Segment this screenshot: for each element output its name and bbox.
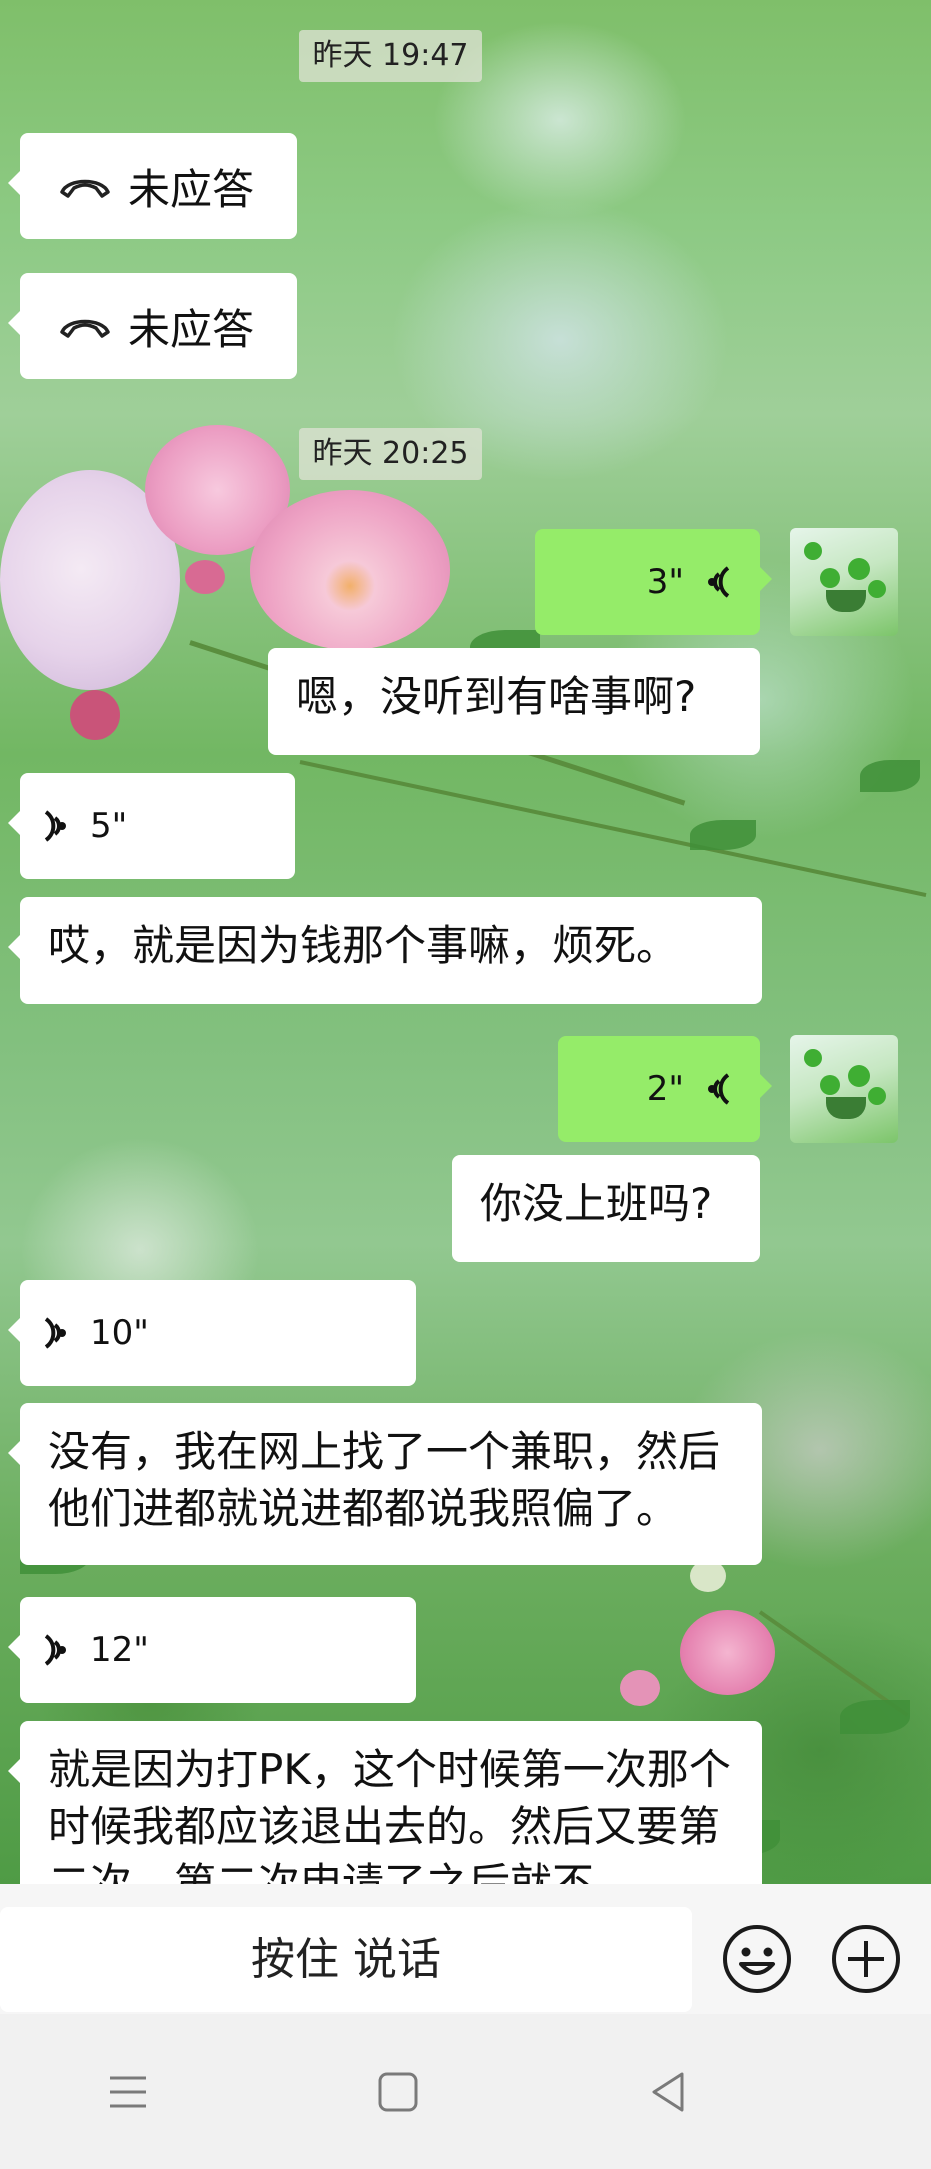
input-bar: 按住 说话 [0, 1884, 931, 2014]
voice-wave-icon [44, 810, 66, 842]
voice-duration: 12" [90, 1630, 149, 1670]
phone-hangup-icon [60, 319, 110, 338]
message-bubble[interactable]: 哎，就是因为钱那个事嘛，烦死。 [8, 897, 762, 1004]
voice-wave-icon [708, 566, 730, 598]
message-text: 嗯，没听到有啥事啊? [296, 672, 697, 721]
voice-duration: 10" [90, 1313, 149, 1353]
menu-icon[interactable] [98, 2062, 158, 2122]
incoming-voice-bubble[interactable]: 10" [8, 1280, 416, 1386]
message-bubble[interactable]: 你没上班吗? [452, 1155, 760, 1262]
plus-circle-icon[interactable] [831, 1924, 901, 1994]
message-text: 你没上班吗? [480, 1179, 713, 1228]
voice-duration: 2" [646, 1069, 684, 1109]
my-avatar[interactable] [790, 528, 898, 636]
voice-wave-icon [44, 1317, 66, 1349]
hold-to-talk-button[interactable]: 按住 说话 [0, 1907, 692, 2012]
missed-call-bubble[interactable]: 未应答 [8, 273, 297, 379]
missed-call-bubble[interactable]: 未应答 [8, 133, 297, 239]
missed-call-label: 未应答 [128, 304, 255, 354]
voice-wave-icon [708, 1073, 730, 1105]
outgoing-voice-bubble[interactable]: 2" [558, 1036, 772, 1142]
emoji-icon[interactable] [722, 1924, 792, 1994]
back-triangle-icon[interactable] [638, 2062, 698, 2122]
timestamp: 昨天 20:25 [299, 428, 482, 480]
timestamp: 昨天 19:47 [299, 30, 482, 82]
home-square-icon[interactable] [368, 2062, 428, 2122]
incoming-voice-bubble[interactable]: 5" [8, 773, 295, 879]
message-bubble[interactable]: 没有，我在网上找了一个兼职，然后他们进都就说进都都说我照偏了。 [8, 1403, 762, 1565]
voice-duration: 5" [90, 806, 128, 846]
message-bubble[interactable]: 嗯，没听到有啥事啊? [268, 648, 760, 755]
voice-wave-icon [44, 1634, 66, 1666]
message-text: 没有，我在网上找了一个兼职，然后他们进都就说进都都说我照偏了。 [48, 1427, 721, 1533]
message-text: 哎，就是因为钱那个事嘛，烦死。 [48, 921, 679, 970]
missed-call-label: 未应答 [128, 164, 255, 214]
my-avatar[interactable] [790, 1035, 898, 1143]
voice-duration: 3" [646, 562, 684, 602]
incoming-voice-bubble[interactable]: 12" [8, 1597, 416, 1703]
phone-hangup-icon [60, 179, 110, 198]
navigation-bar [0, 2014, 931, 2169]
outgoing-voice-bubble[interactable]: 3" [535, 529, 772, 635]
